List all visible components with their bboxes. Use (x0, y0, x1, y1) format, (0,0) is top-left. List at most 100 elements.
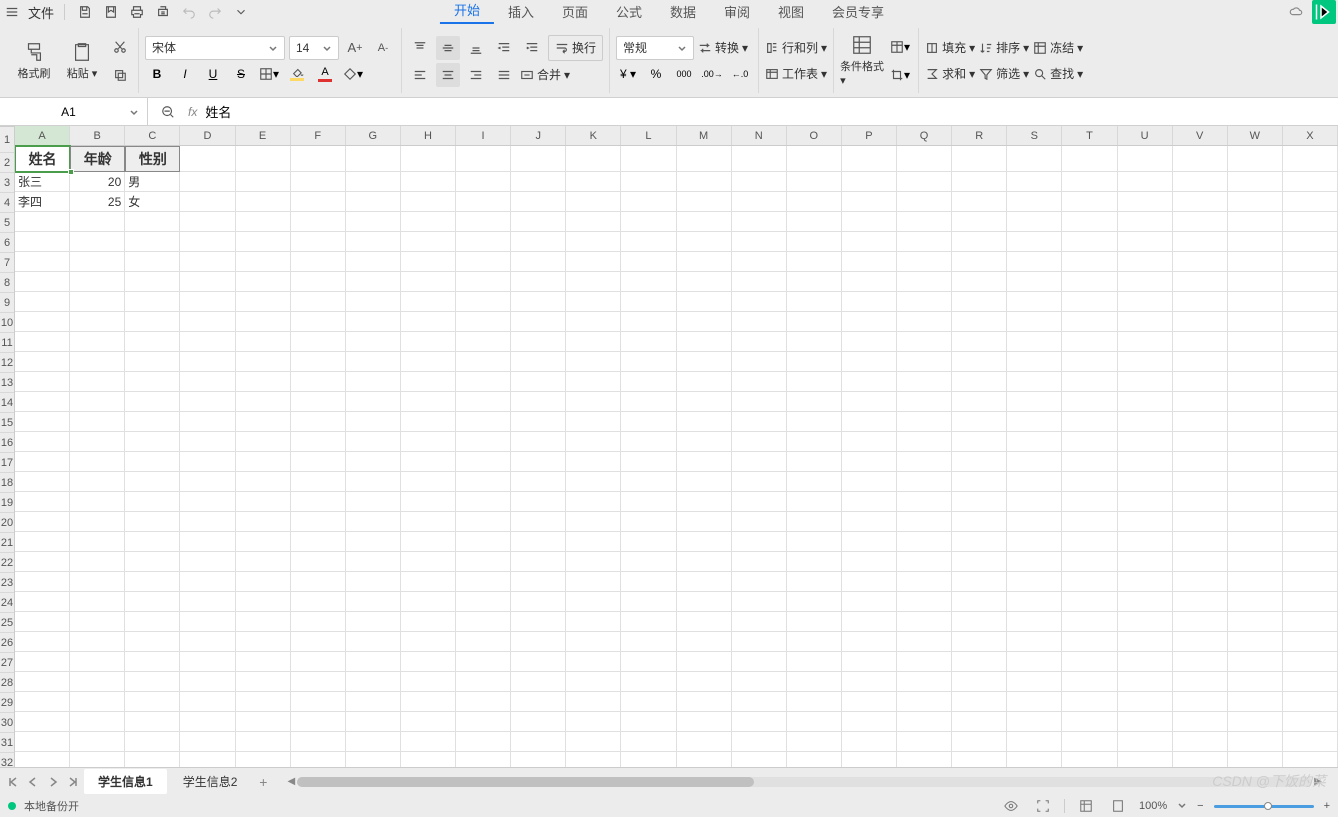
cell-H28[interactable] (401, 692, 456, 712)
cell-P4[interactable] (842, 212, 897, 232)
cell-Q6[interactable] (897, 252, 952, 272)
cell-A13[interactable] (15, 392, 70, 412)
percent-button[interactable]: % (644, 62, 668, 86)
col-header-T[interactable]: T (1062, 126, 1117, 145)
sheet-tab-1[interactable]: 学生信息1 (84, 769, 167, 794)
cell-U18[interactable] (1118, 492, 1173, 512)
cell-R13[interactable] (952, 392, 1007, 412)
cell-N23[interactable] (732, 592, 787, 612)
cell-T28[interactable] (1062, 692, 1117, 712)
cell-A25[interactable] (15, 632, 70, 652)
cell-S30[interactable] (1007, 732, 1062, 752)
cell-F17[interactable] (291, 472, 346, 492)
row-header-5[interactable]: 5 (0, 213, 14, 233)
align-left-icon[interactable] (408, 63, 432, 87)
cell-O28[interactable] (787, 692, 842, 712)
cell-W7[interactable] (1228, 272, 1283, 292)
cell-O12[interactable] (787, 372, 842, 392)
col-header-J[interactable]: J (511, 126, 566, 145)
cell-B18[interactable] (70, 492, 125, 512)
cell-T1[interactable] (1062, 146, 1117, 172)
cell-A16[interactable] (15, 452, 70, 472)
cell-J5[interactable] (511, 232, 566, 252)
cell-E8[interactable] (236, 292, 291, 312)
cell-P12[interactable] (842, 372, 897, 392)
cell-S12[interactable] (1007, 372, 1062, 392)
cell-F31[interactable] (291, 752, 346, 767)
cell-E11[interactable] (236, 352, 291, 372)
cell-G31[interactable] (346, 752, 401, 767)
cell-J22[interactable] (511, 572, 566, 592)
tab-data[interactable]: 数据 (656, 0, 710, 24)
cell-U28[interactable] (1118, 692, 1173, 712)
cond-format-button[interactable]: 条件格式 ▾ (840, 34, 884, 87)
cell-K31[interactable] (566, 752, 621, 767)
cell-X28[interactable] (1283, 692, 1338, 712)
cell-P17[interactable] (842, 472, 897, 492)
cell-N7[interactable] (732, 272, 787, 292)
cell-N5[interactable] (732, 232, 787, 252)
find-button[interactable]: 查找 ▾ (1033, 62, 1083, 86)
cell-C29[interactable] (125, 712, 180, 732)
col-header-G[interactable]: G (346, 126, 401, 145)
cell-W4[interactable] (1228, 212, 1283, 232)
cell-I27[interactable] (456, 672, 511, 692)
cell-H5[interactable] (401, 232, 456, 252)
cell-H7[interactable] (401, 272, 456, 292)
cell-V24[interactable] (1173, 612, 1228, 632)
filter-button[interactable]: 筛选 ▾ (979, 62, 1029, 86)
cell-I20[interactable] (456, 532, 511, 552)
cell-K24[interactable] (566, 612, 621, 632)
cell-C10[interactable] (125, 332, 180, 352)
decrease-indent-icon[interactable] (492, 36, 516, 60)
cell-Q3[interactable] (897, 192, 952, 212)
cell-S18[interactable] (1007, 492, 1062, 512)
cell-W29[interactable] (1228, 712, 1283, 732)
cell-V16[interactable] (1173, 452, 1228, 472)
cell-D4[interactable] (180, 212, 235, 232)
tab-member[interactable]: 会员专享 (818, 0, 898, 24)
cell-F14[interactable] (291, 412, 346, 432)
cell-F30[interactable] (291, 732, 346, 752)
font-color-button[interactable]: A (313, 62, 337, 86)
cell-U2[interactable] (1118, 172, 1173, 192)
cell-V13[interactable] (1173, 392, 1228, 412)
row-header-19[interactable]: 19 (0, 493, 14, 513)
cell-P8[interactable] (842, 292, 897, 312)
cell-R11[interactable] (952, 352, 1007, 372)
increase-decimal-icon[interactable]: .00→ (700, 62, 724, 86)
cell-B6[interactable] (70, 252, 125, 272)
cell-Q13[interactable] (897, 392, 952, 412)
cell-C6[interactable] (125, 252, 180, 272)
cell-X2[interactable] (1283, 172, 1338, 192)
cell-K11[interactable] (566, 352, 621, 372)
cell-E6[interactable] (236, 252, 291, 272)
cell-B17[interactable] (70, 472, 125, 492)
cell-A26[interactable] (15, 652, 70, 672)
cell-U19[interactable] (1118, 512, 1173, 532)
cell-W25[interactable] (1228, 632, 1283, 652)
cell-L20[interactable] (621, 532, 676, 552)
row-header-26[interactable]: 26 (0, 633, 14, 653)
cell-L1[interactable] (621, 146, 676, 172)
cell-H17[interactable] (401, 472, 456, 492)
format-painter-button[interactable]: 格式刷 (12, 41, 56, 81)
cell-R9[interactable] (952, 312, 1007, 332)
cell-H10[interactable] (401, 332, 456, 352)
bold-button[interactable]: B (145, 62, 169, 86)
cell-B31[interactable] (70, 752, 125, 767)
cell-L12[interactable] (621, 372, 676, 392)
hamburger-icon[interactable] (2, 2, 22, 22)
cell-J23[interactable] (511, 592, 566, 612)
row-header-30[interactable]: 30 (0, 713, 14, 733)
cell-V4[interactable] (1173, 212, 1228, 232)
cell-D7[interactable] (180, 272, 235, 292)
cell-O8[interactable] (787, 292, 842, 312)
freeze-button[interactable]: 冻结 ▾ (1033, 36, 1083, 60)
cell-I26[interactable] (456, 652, 511, 672)
cell-X14[interactable] (1283, 412, 1338, 432)
cell-L25[interactable] (621, 632, 676, 652)
cell-J11[interactable] (511, 352, 566, 372)
cell-P3[interactable] (842, 192, 897, 212)
cell-O22[interactable] (787, 572, 842, 592)
